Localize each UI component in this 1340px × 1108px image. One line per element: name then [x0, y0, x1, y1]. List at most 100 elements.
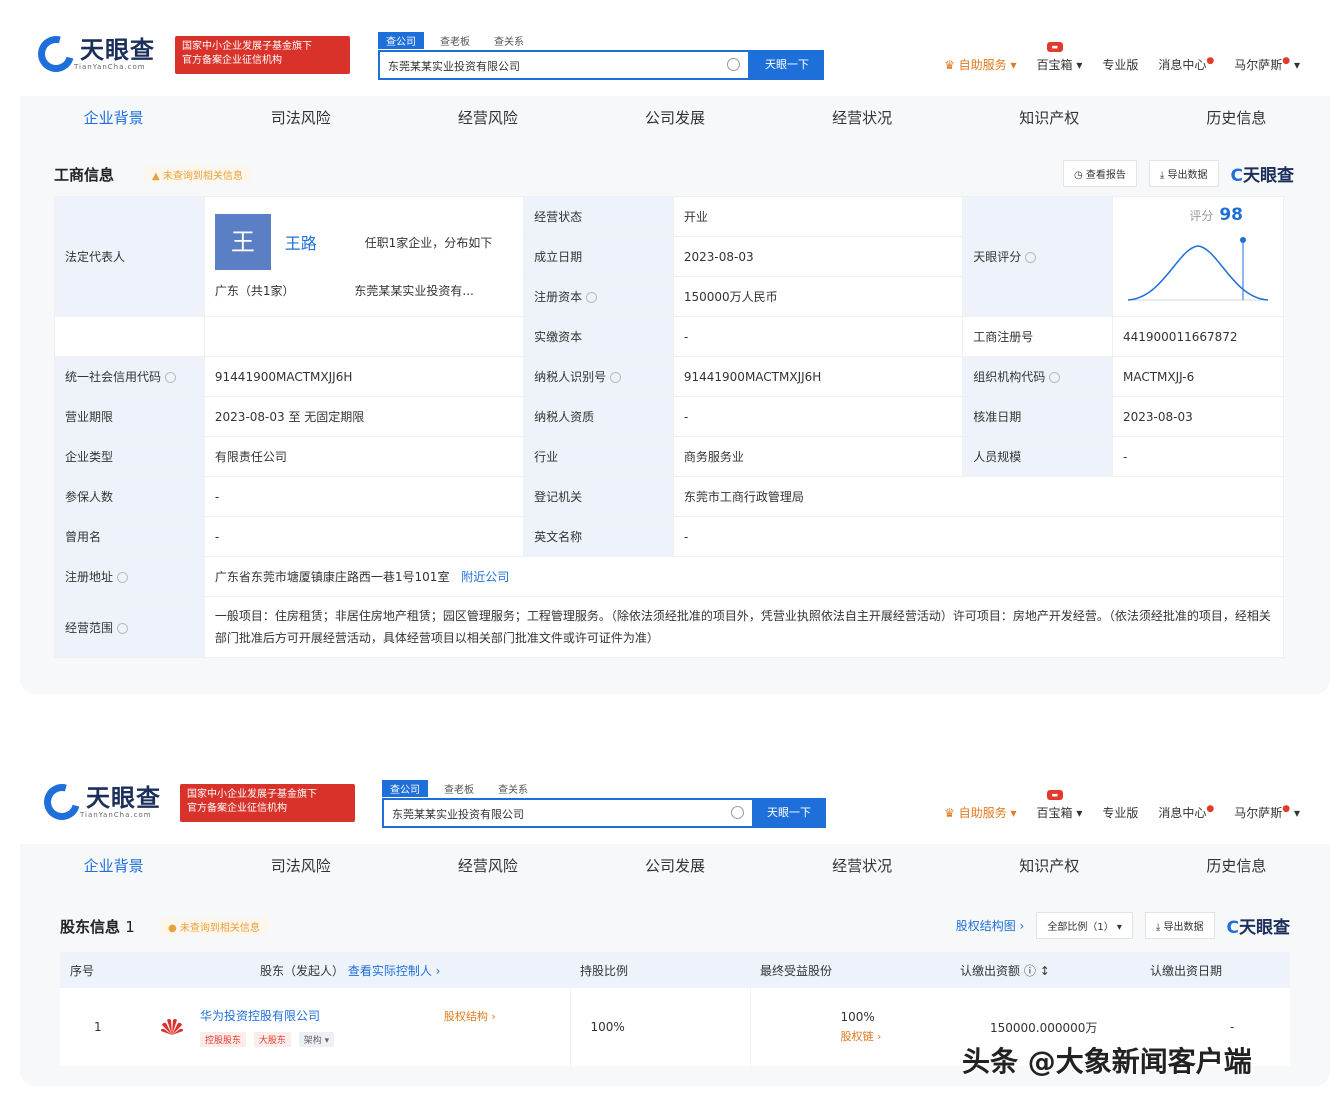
certification-badge: 国家中小企业发展子基金旗下 官方备案企业征信机构 — [175, 36, 350, 74]
staff-label: 人员规模 — [962, 436, 1113, 477]
search-button[interactable]: 天眼一下 — [750, 50, 824, 80]
shareholder-screenshot: 天眼查 TianYanCha.com 国家中小企业发展子基金旗下 官方备案企业征… — [20, 766, 1330, 1086]
equity-chain-link[interactable]: 股权链 › — [841, 1028, 941, 1044]
row-final-benefit: 100% 股权链 › — [749, 988, 950, 1066]
logo-text: 天眼查 — [80, 36, 155, 64]
search-input[interactable]: 东莞某某实业投资有限公司 — [382, 798, 754, 828]
tab-operating-risk[interactable]: 经营风险 — [394, 96, 581, 140]
tab-development[interactable]: 公司发展 — [581, 844, 768, 888]
equity-structure-link[interactable]: 股权结构图 › — [956, 917, 1025, 934]
section-title: 股东信息 1 — [60, 916, 135, 937]
col-date: 认缴出资日期 — [1140, 952, 1290, 988]
user-menu[interactable]: 马尔萨斯● ▾ — [1234, 56, 1300, 73]
score-marker — [1240, 237, 1246, 243]
self-service-menu[interactable]: ♛ 自助服务 ▾ — [944, 804, 1016, 821]
help-icon[interactable] — [1049, 372, 1061, 383]
tab-operating-risk[interactable]: 经营风险 — [394, 844, 581, 888]
mini-logo: C天眼查 — [1231, 161, 1294, 186]
baobox-menu[interactable]: ▬ 百宝箱 ▾ — [1036, 790, 1082, 821]
help-icon[interactable] — [586, 292, 598, 303]
search-tab-relation[interactable]: 查关系 — [490, 780, 536, 797]
tab-operating-status[interactable]: 经营状况 — [769, 96, 956, 140]
tab-background[interactable]: 企业背景 — [20, 844, 207, 888]
tab-background[interactable]: 企业背景 — [20, 96, 207, 140]
clear-icon[interactable] — [731, 806, 744, 819]
search-tab-company[interactable]: 查公司 — [382, 780, 428, 797]
tab-judicial-risk[interactable]: 司法风险 — [207, 96, 394, 140]
user-menu[interactable]: 马尔萨斯● ▾ — [1234, 804, 1300, 821]
address-cell: 广东省东莞市塘厦镇康庄路西一巷1号101室 附近公司 — [203, 556, 1285, 597]
score-value: 评分 98 — [1189, 205, 1243, 225]
org-code-label-text: 组织机构代码 — [973, 370, 1046, 384]
founded-value: 2023-08-03 — [672, 236, 964, 277]
export-button[interactable]: ⤓ 导出数据 — [1148, 160, 1219, 187]
score-caption: 评分 — [1189, 209, 1214, 223]
tab-judicial-risk[interactable]: 司法风险 — [207, 844, 394, 888]
badge-line-1: 国家中小企业发展子基金旗下 — [187, 789, 317, 800]
section-note: ● 未查询到相关信息 — [160, 918, 268, 935]
pro-link[interactable]: 专业版 — [1102, 56, 1138, 73]
tab-history[interactable]: 历史信息 — [1143, 96, 1330, 140]
tax-id-label: 纳税人识别号 — [523, 356, 674, 397]
messages-link[interactable]: 消息中心● — [1158, 804, 1214, 821]
term-value: 2023-08-03 至 无固定期限 — [203, 396, 525, 437]
shareholder-name[interactable]: 华为投资控股有限公司 — [200, 1009, 320, 1023]
tab-development[interactable]: 公司发展 — [581, 96, 768, 140]
export-label: 导出数据 — [1167, 170, 1208, 181]
equity-link[interactable]: 股权结构 › — [444, 1010, 496, 1023]
tag-major: 大股东 — [253, 1032, 291, 1047]
avatar: 王 — [214, 214, 271, 270]
help-icon[interactable]: ⓘ — [1024, 964, 1036, 978]
baobox-menu[interactable]: ▬ 百宝箱 ▾ — [1036, 42, 1082, 73]
nearby-companies-link[interactable]: 附近公司 — [461, 570, 509, 584]
row-shareholder: 华为投资控股有限公司 股权结构 › 控股股东 大股东 架构 ▾ — [150, 988, 570, 1066]
help-icon[interactable] — [117, 622, 129, 634]
search-input[interactable]: 东莞某某实业投资有限公司 — [378, 50, 750, 80]
ratio-filter[interactable]: 全部比例（1） ▾ — [1036, 912, 1133, 939]
tab-ip[interactable]: 知识产权 — [956, 96, 1143, 140]
legal-rep-positions: 任职1家企业，分布如下 — [364, 235, 493, 250]
search-tab-company[interactable]: 查公司 — [378, 32, 424, 49]
view-report-button[interactable]: ◷ 查看报告 — [1063, 160, 1137, 187]
tab-history[interactable]: 历史信息 — [1143, 844, 1330, 888]
legal-rep-name[interactable]: 王路 — [285, 234, 317, 253]
search-input-value: 东莞某某实业投资有限公司 — [388, 60, 520, 73]
help-icon[interactable] — [117, 572, 129, 583]
search-tab-boss[interactable]: 查老板 — [432, 32, 478, 49]
tab-operating-status[interactable]: 经营状况 — [769, 844, 956, 888]
self-service-menu[interactable]: ♛ 自助服务 ▾ — [944, 56, 1016, 73]
tab-ip[interactable]: 知识产权 — [956, 844, 1143, 888]
help-icon[interactable] — [610, 372, 622, 383]
section-note: ▲ 未查询到相关信息 — [144, 166, 251, 183]
help-icon[interactable] — [1025, 252, 1037, 263]
company-tabs: 企业背景 司法风险 经营风险 公司发展 经营状况 知识产权 历史信息 — [20, 844, 1330, 888]
legal-rep-company[interactable]: 东莞某某实业投资有... — [354, 284, 473, 298]
unread-dot: ● — [1206, 56, 1215, 66]
export-button[interactable]: ⤓ 导出数据 — [1144, 912, 1215, 939]
tax-qualification-label: 纳税人资质 — [523, 396, 674, 437]
beneficiary-link[interactable]: 查看实际控制人 › — [348, 964, 441, 978]
score-distribution-chart — [1127, 237, 1269, 301]
badge-line-2: 官方备案企业征信机构 — [187, 803, 287, 814]
tag-structure[interactable]: 架构 ▾ — [298, 1032, 335, 1047]
authority-value: 东莞市工商行政管理局 — [672, 476, 1285, 517]
sort-icon[interactable]: ↕ — [1040, 964, 1050, 978]
view-report-label: 查看报告 — [1085, 170, 1126, 181]
baobox-label: 百宝箱 — [1036, 58, 1073, 72]
messages-link[interactable]: 消息中心● — [1158, 56, 1214, 73]
logo-text: 天眼查 — [86, 784, 161, 812]
help-icon[interactable] — [165, 372, 177, 383]
search-tab-boss[interactable]: 查老板 — [436, 780, 482, 797]
clear-icon[interactable] — [727, 58, 740, 71]
former-name-label: 曾用名 — [54, 516, 205, 557]
mini-logo-icon: C — [1226, 918, 1239, 938]
logo[interactable]: 天眼查 TianYanCha.com — [31, 29, 155, 79]
status-label: 经营状态 — [523, 196, 674, 237]
shareholder-header: 股东信息 1 ● 未查询到相关信息 股权结构图 › 全部比例（1） ▾ ⤓ 导出… — [60, 912, 1290, 942]
logo[interactable]: 天眼查 TianYanCha.com — [37, 777, 161, 827]
search-button[interactable]: 天眼一下 — [752, 798, 826, 828]
search-tab-relation[interactable]: 查关系 — [486, 32, 532, 49]
baobox-label: 百宝箱 — [1036, 806, 1073, 820]
hot-badge: ▬ — [1046, 42, 1064, 52]
pro-link[interactable]: 专业版 — [1102, 804, 1138, 821]
